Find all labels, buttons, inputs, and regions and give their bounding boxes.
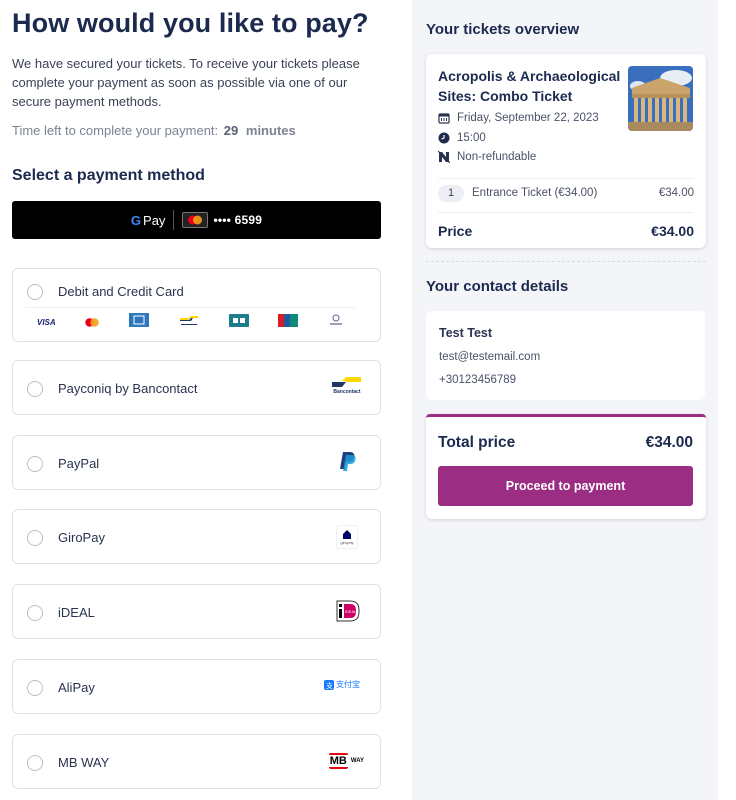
ticket-card: Acropolis & Archaeological Sites: Combo … bbox=[426, 54, 706, 248]
google-g-letter: G bbox=[130, 212, 142, 228]
product-name: Acropolis & Archaeological Sites: Combo … bbox=[438, 68, 621, 104]
radio-paypal[interactable] bbox=[27, 456, 43, 472]
contact-name: Test Test bbox=[439, 326, 493, 340]
mbway-mb-text: MB bbox=[328, 753, 348, 769]
radio-giropay[interactable] bbox=[27, 530, 43, 546]
contact-details-title: Your contact details bbox=[426, 278, 569, 295]
tickets-overview-title: Your tickets overview bbox=[426, 21, 580, 38]
payment-method-mbway[interactable]: MB WAY MB WAY bbox=[12, 734, 381, 789]
page-margin bbox=[718, 0, 736, 800]
svg-text:支: 支 bbox=[326, 681, 333, 690]
radio-card[interactable] bbox=[27, 284, 43, 300]
timer-value: 29 bbox=[223, 123, 239, 138]
google-g-icon: G bbox=[131, 213, 141, 228]
clock-icon bbox=[438, 132, 450, 144]
card-brands-row: VISA bbox=[25, 307, 356, 337]
radio-ideal[interactable] bbox=[27, 605, 43, 621]
intro-text: We have secured your tickets. To receive… bbox=[12, 56, 360, 109]
refund-policy-text: Non-refundable bbox=[457, 151, 537, 163]
payment-method-label: PayPal bbox=[58, 456, 100, 471]
giropay-logo-icon: giropay bbox=[336, 525, 358, 549]
event-time-text: 15:00 bbox=[457, 132, 486, 144]
ideal-logo-text: iDEAL bbox=[345, 609, 357, 614]
page-title: How would you like to pay? bbox=[12, 8, 369, 38]
event-date: Friday, September 22, 2023 bbox=[438, 112, 599, 124]
payment-method-label: Payconiq by Bancontact bbox=[58, 381, 198, 396]
gpay-divider bbox=[173, 210, 175, 230]
section-divider bbox=[426, 261, 706, 262]
paypal-logo-icon bbox=[340, 452, 356, 471]
payment-method-label: GiroPay bbox=[58, 530, 105, 545]
radio-alipay[interactable] bbox=[27, 680, 43, 696]
contact-phone: +30123456789 bbox=[439, 374, 517, 386]
payment-method-payconiq[interactable]: Payconiq by Bancontact Bancontact bbox=[12, 360, 381, 415]
calendar-icon bbox=[438, 112, 450, 124]
ticket-quantity-badge: 1 bbox=[438, 185, 464, 202]
payment-method-label: iDEAL bbox=[58, 605, 95, 620]
gpay-pay-text: Pay bbox=[143, 212, 166, 228]
price-label: Price bbox=[438, 223, 473, 239]
masked-card-number: •••• 6599 bbox=[213, 213, 263, 227]
payment-method-paypal[interactable]: PayPal bbox=[12, 435, 381, 490]
google-pay-button[interactable]: G Pay •••• 6599 bbox=[12, 201, 381, 239]
payment-method-label: MB WAY bbox=[58, 755, 110, 770]
mastercard-icon bbox=[85, 314, 100, 332]
divider bbox=[438, 212, 694, 213]
payment-method-giropay[interactable]: GiroPay giropay bbox=[12, 509, 381, 564]
payment-method-label: AliPay bbox=[58, 680, 95, 695]
payment-section-title: Select a payment method bbox=[12, 167, 205, 184]
radio-payconiq[interactable] bbox=[27, 381, 43, 397]
event-time: 15:00 bbox=[438, 132, 486, 144]
event-date-text: Friday, September 22, 2023 bbox=[457, 112, 599, 124]
bancontact-logo-icon: Bancontact bbox=[332, 375, 362, 395]
contact-card: Test Test test@testemail.com +3012345678… bbox=[426, 311, 705, 400]
cartes-bancaires-icon bbox=[228, 313, 249, 332]
ticket-line-description: Entrance Ticket (€34.00) bbox=[472, 187, 598, 199]
payment-method-label: Debit and Credit Card bbox=[58, 284, 184, 299]
total-price-label: Total price bbox=[438, 434, 516, 451]
parthenon-image-icon bbox=[628, 66, 693, 131]
alipay-logo-icon: 支 支付宝 bbox=[324, 679, 360, 690]
timer-unit: minutes bbox=[245, 123, 296, 138]
divider bbox=[438, 178, 694, 179]
total-price-value: €34.00 bbox=[645, 434, 693, 451]
bancontact-icon bbox=[179, 314, 199, 332]
discover-icon bbox=[328, 313, 344, 332]
alipay-logo-text: 支付宝 bbox=[336, 680, 360, 689]
payment-timer: Time left to complete your payment: 29 m… bbox=[12, 123, 296, 138]
payment-method-card[interactable]: Debit and Credit Card VISA bbox=[12, 268, 381, 342]
timer-label: Time left to complete your payment: bbox=[12, 123, 219, 138]
price-value: €34.00 bbox=[651, 223, 694, 239]
payment-method-ideal[interactable]: iDEAL iDEAL bbox=[12, 584, 381, 639]
bancontact-logo-text: Bancontact bbox=[333, 389, 361, 395]
non-refundable-icon bbox=[438, 151, 450, 163]
contact-email: test@testemail.com bbox=[439, 351, 541, 363]
radio-mbway[interactable] bbox=[27, 755, 43, 771]
amex-icon bbox=[129, 313, 150, 332]
mbway-logo-icon: MB WAY bbox=[328, 753, 364, 769]
payment-method-alipay[interactable]: AliPay 支 支付宝 bbox=[12, 659, 381, 714]
total-price-card: Total price €34.00 Proceed to payment bbox=[426, 414, 706, 519]
proceed-to-payment-button[interactable]: Proceed to payment bbox=[438, 466, 693, 506]
ideal-logo-icon: iDEAL bbox=[336, 600, 360, 622]
refund-policy: Non-refundable bbox=[438, 151, 536, 163]
unionpay-icon bbox=[278, 313, 299, 332]
ticket-line-amount: €34.00 bbox=[658, 187, 694, 199]
giropay-logo-text: giropay bbox=[340, 539, 354, 545]
mbway-way-text: WAY bbox=[350, 758, 364, 764]
visa-icon: VISA bbox=[37, 318, 56, 327]
product-image bbox=[628, 66, 693, 131]
mastercard-icon bbox=[182, 212, 209, 228]
